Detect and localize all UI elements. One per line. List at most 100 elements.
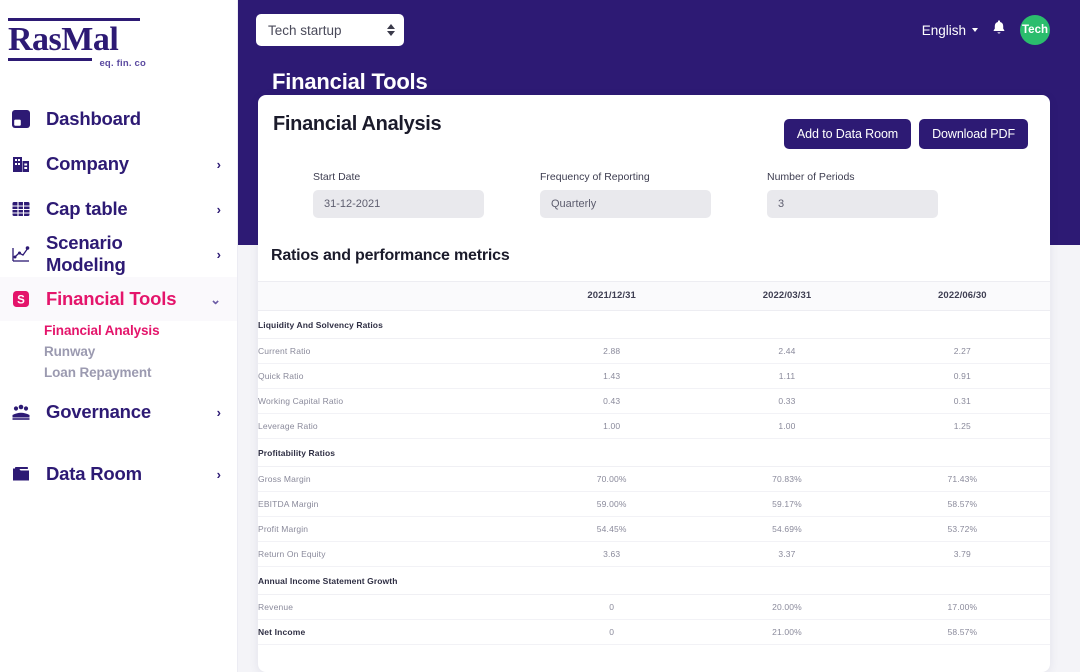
sidebar-subnav-financial-tools: Financial Analysis Runway Loan Repayment	[0, 321, 237, 390]
row-label: Return On Equity	[258, 541, 524, 567]
row-value: 21.00%	[699, 619, 875, 645]
avatar[interactable]: Tech	[1020, 15, 1050, 45]
sidebar-item-scenario-modeling[interactable]: Scenario Modeling ›	[0, 232, 237, 276]
sidebar-subitem-financial-analysis[interactable]: Financial Analysis	[44, 321, 237, 342]
stepper-icon[interactable]	[387, 24, 395, 36]
sidebar-item-company[interactable]: Company ›	[0, 142, 237, 186]
section-title: Ratios and performance metrics	[271, 247, 510, 264]
column-header-period: 2021/12/31	[524, 281, 700, 311]
table-row: Net Income 0 21.00% 58.57%	[258, 619, 1050, 645]
group-label: Liquidity And Solvency Ratios	[258, 310, 1050, 339]
row-value: 1.00	[524, 413, 700, 439]
grid-icon	[8, 196, 34, 222]
table-group-row: Liquidity And Solvency Ratios	[258, 310, 1050, 339]
frequency-input[interactable]: Quarterly	[540, 190, 711, 218]
field-label: Start Date	[313, 171, 361, 183]
row-value: 1.43	[524, 363, 700, 389]
row-value: 54.45%	[524, 516, 700, 542]
field-frequency: Frequency of Reporting Quarterly	[540, 171, 711, 218]
table-row: Revenue 0 20.00% 17.00%	[258, 594, 1050, 620]
sidebar-item-label: Financial Tools	[46, 288, 177, 309]
row-value: 70.83%	[699, 466, 875, 492]
field-start-date: Start Date 31-12-2021	[313, 171, 484, 218]
row-label: Revenue	[258, 594, 524, 620]
logo-rule-bottom	[8, 58, 92, 61]
sidebar-item-label: Company	[46, 153, 129, 174]
logo[interactable]: RasMal eq. fin. co	[0, 0, 237, 69]
governance-icon	[8, 399, 34, 425]
table-row: Working Capital Ratio 0.43 0.33 0.31	[258, 388, 1050, 414]
row-value: 1.25	[874, 413, 1050, 439]
sidebar-item-label: Data Room	[46, 463, 142, 484]
table-row: Current Ratio 2.88 2.44 2.27	[258, 338, 1050, 364]
row-label: Gross Margin	[258, 466, 524, 492]
chevron-right-icon: ›	[216, 156, 221, 172]
group-label: Annual Income Statement Growth	[258, 566, 1050, 595]
chevron-right-icon: ›	[216, 201, 221, 217]
page-title: Financial Tools	[272, 69, 428, 94]
company-select-value: Tech startup	[268, 22, 342, 38]
table-row: Leverage Ratio 1.00 1.00 1.25	[258, 413, 1050, 439]
row-value: 71.43%	[874, 466, 1050, 492]
table-group-row: Profitability Ratios	[258, 438, 1050, 467]
building-icon	[8, 151, 34, 177]
sidebar-subitem-runway[interactable]: Runway	[44, 342, 237, 363]
download-pdf-button[interactable]: Download PDF	[919, 119, 1028, 149]
row-value: 3.37	[699, 541, 875, 567]
notification-bell-icon[interactable]	[991, 19, 1007, 41]
ratios-table: 2021/12/31 2022/03/31 2022/06/30 Liquidi…	[258, 281, 1050, 645]
chevron-down-icon: ⌄	[210, 291, 221, 307]
number-of-periods-input[interactable]: 3	[767, 190, 938, 218]
sidebar-item-data-room[interactable]: Data Room ›	[0, 452, 237, 496]
row-label: Net Income	[258, 619, 524, 645]
row-value: 70.00%	[524, 466, 700, 492]
group-label: Profitability Ratios	[258, 438, 1050, 467]
topbar-row: Tech startup English Tech	[256, 14, 1050, 46]
chevron-right-icon: ›	[216, 246, 221, 262]
row-label: Leverage Ratio	[258, 413, 524, 439]
dollar-badge-icon: S	[8, 286, 34, 312]
start-date-input[interactable]: 31-12-2021	[313, 190, 484, 218]
sidebar-subitem-loan-repayment[interactable]: Loan Repayment	[44, 363, 237, 384]
row-label: EBITDA Margin	[258, 491, 524, 517]
scatter-chart-icon	[8, 241, 34, 267]
row-value: 17.00%	[874, 594, 1050, 620]
sidebar-item-label: Cap table	[46, 198, 128, 219]
chevron-right-icon: ›	[216, 404, 221, 420]
sidebar-item-label: Dashboard	[46, 108, 141, 129]
sidebar-item-governance[interactable]: Governance ›	[0, 390, 237, 434]
logo-text: RasMal	[8, 21, 119, 58]
app-root: RasMal eq. fin. co Dashboard Company › C…	[0, 0, 1080, 672]
row-value: 2.88	[524, 338, 700, 364]
field-label: Number of Periods	[767, 171, 855, 183]
row-value: 3.63	[524, 541, 700, 567]
row-value: 59.17%	[699, 491, 875, 517]
row-value: 58.57%	[874, 619, 1050, 645]
row-value: 0.31	[874, 388, 1050, 414]
logo-tagline: eq. fin. co	[99, 58, 146, 69]
row-label: Quick Ratio	[258, 363, 524, 389]
sidebar-item-cap-table[interactable]: Cap table ›	[0, 187, 237, 231]
filters-row: Start Date 31-12-2021 Frequency of Repor…	[258, 149, 1050, 218]
card-header: Financial Analysis Add to Data Room Down…	[258, 95, 1050, 149]
company-select[interactable]: Tech startup	[256, 14, 404, 46]
add-to-data-room-button[interactable]: Add to Data Room	[783, 119, 912, 149]
row-value: 2.44	[699, 338, 875, 364]
language-selector[interactable]: English	[922, 23, 978, 38]
sidebar: RasMal eq. fin. co Dashboard Company › C…	[0, 0, 238, 672]
column-header-period: 2022/03/31	[699, 281, 875, 311]
sidebar-item-dashboard[interactable]: Dashboard	[0, 97, 237, 141]
row-value: 3.79	[874, 541, 1050, 567]
table-row: EBITDA Margin 59.00% 59.17% 58.57%	[258, 491, 1050, 517]
row-value: 53.72%	[874, 516, 1050, 542]
row-value: 54.69%	[699, 516, 875, 542]
svg-text:S: S	[17, 295, 25, 307]
column-header-name	[258, 281, 524, 311]
row-label: Working Capital Ratio	[258, 388, 524, 414]
table-group-row: Annual Income Statement Growth	[258, 566, 1050, 595]
row-value: 2.27	[874, 338, 1050, 364]
row-value: 0	[524, 619, 700, 645]
row-value: 0	[524, 594, 700, 620]
folder-icon	[8, 461, 34, 487]
sidebar-item-financial-tools[interactable]: S Financial Tools ⌄	[0, 277, 237, 321]
